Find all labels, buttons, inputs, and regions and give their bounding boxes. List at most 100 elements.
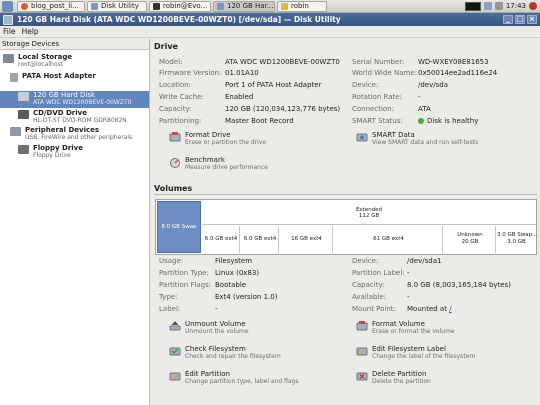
task-hard-disk[interactable]: 120 GB Har... — [213, 0, 275, 12]
format-volume-icon — [356, 321, 368, 331]
item-subtitle: HL-DT-ST DVD-ROM GDR8082N — [33, 117, 127, 124]
format-volume-button[interactable]: Format Volume Erase or format the volume — [356, 320, 455, 335]
unmount-volume-button[interactable]: Unmount Volume Unmount the volume — [169, 320, 249, 335]
volume-value: Ext4 (version 1.0) — [215, 293, 278, 301]
action-title: Edit Partition — [185, 370, 230, 378]
item-title: Peripheral Devices — [25, 126, 100, 134]
sidebar-item-pata-adapter[interactable]: PATA Host Adapter — [0, 72, 149, 82]
edit-filesystem-label-button[interactable]: Edit Filesystem Label Change the label of… — [356, 345, 475, 360]
item-title: 120 GB Hard Disk — [33, 91, 96, 99]
volume-icon[interactable] — [494, 2, 503, 10]
check-filesystem-button[interactable]: Check Filesystem Check and repair the fil… — [169, 345, 281, 360]
item-subtitle: ATA WDC WD1200BEVE-00WZT0 — [33, 99, 132, 106]
volume-value: Bootable — [215, 281, 247, 289]
smart-data-button[interactable]: SMART Data View SMART data and run self-t… — [356, 131, 478, 146]
edit-partition-button[interactable]: Edit Partition Change partition type, lab… — [169, 370, 298, 385]
task-label: 120 GB Har... — [227, 2, 274, 10]
volumes-section-title: Volumes — [154, 184, 193, 193]
volume-label: Label: — [159, 305, 181, 313]
drive-value: Port 1 of PATA Host Adapter — [225, 81, 322, 89]
partition-extended[interactable]: Extended 112 GB — [202, 201, 536, 225]
sidebar-item-floppy[interactable]: Floppy Drive Floppy Drive — [0, 144, 149, 159]
partition-swap-2[interactable]: 3.0 GB Swap... 3.0 GB — [497, 226, 538, 253]
volume-label: Mount Point: — [352, 305, 396, 313]
floppy-icon — [18, 145, 29, 154]
action-title: SMART Data — [372, 131, 415, 139]
mount-point-text: Mounted at — [407, 305, 447, 313]
volume-value: Filesystem — [215, 257, 253, 265]
partition-ext4-3[interactable]: 16 GB ext4 — [280, 226, 333, 253]
network-icon[interactable] — [483, 2, 492, 10]
action-title: Benchmark — [185, 156, 225, 164]
close-button[interactable]: × — [527, 15, 537, 24]
window-title: 120 GB Hard Disk (ATA WDC WD1200BEVE-00W… — [17, 15, 341, 24]
item-title: Floppy Drive — [33, 144, 83, 152]
partition-label: 3.0 GB Swap... — [497, 232, 538, 238]
minimize-button[interactable]: _ — [503, 15, 513, 24]
menubar: File Help — [0, 26, 540, 38]
partition-map[interactable]: 8.0 GB Swap Extended 112 GB 6.0 GB ext4 … — [155, 199, 537, 255]
menu-help[interactable]: Help — [22, 27, 39, 36]
volume-value: /dev/sda1 — [407, 257, 442, 265]
action-desc: Change partition type, label and flags — [185, 378, 299, 385]
action-title: Unmount Volume — [185, 320, 246, 328]
benchmark-button[interactable]: Benchmark Measure drive performance — [169, 156, 268, 171]
partition-label: 6.0 GB ext4 — [204, 236, 238, 242]
partition-label: 61 GB ext4 — [373, 236, 404, 242]
sidebar-item-peripheral[interactable]: Peripheral Devices USB, FireWire and othe… — [0, 126, 149, 141]
sidebar-item-hard-disk[interactable]: 120 GB Hard Disk ATA WDC WD1200BEVE-00WZT… — [0, 91, 149, 108]
volume-label: Usage: — [159, 257, 184, 265]
disk-icon — [217, 2, 224, 10]
volume-label: Available: — [352, 293, 387, 301]
volumes-divider — [154, 194, 537, 195]
volume-value: - — [407, 293, 410, 301]
task-disk-utility[interactable]: Disk Utility — [87, 0, 147, 12]
format-drive-button[interactable]: Format Drive Erase or partition the drive — [169, 131, 266, 146]
drive-label: Partitioning: — [159, 117, 202, 125]
partition-label: 6.0 GB ext4 — [243, 236, 277, 242]
action-title: Format Drive — [185, 131, 231, 139]
drive-value: WD-WXEY08E81653 — [418, 58, 489, 66]
partition-unknown[interactable]: Unknown 20 GB — [444, 226, 496, 253]
volume-value: - — [407, 269, 410, 277]
task-label: robin@Evo... — [163, 2, 208, 10]
task-robin[interactable]: robin — [277, 0, 327, 12]
optical-drive-icon — [18, 110, 29, 119]
partition-size: 20 GB — [461, 239, 479, 245]
partition-swap[interactable]: 8.0 GB Swap — [157, 201, 201, 253]
drive-value: - — [418, 93, 421, 101]
partition-ext4-2[interactable]: 6.0 GB ext4 — [241, 226, 279, 253]
task-terminal[interactable]: robin@Evo... — [149, 0, 211, 12]
sidebar-header: Storage Devices — [0, 39, 149, 50]
action-desc: Measure drive performance — [185, 164, 268, 171]
delete-partition-button[interactable]: Delete Partition Delete the partition — [356, 370, 431, 385]
sidebar-item-cd-dvd[interactable]: CD/DVD Drive HL-DT-ST DVD-ROM GDR8082N — [0, 109, 149, 124]
action-title: Format Volume — [372, 320, 425, 328]
partition-ext4-4[interactable]: 61 GB ext4 — [334, 226, 443, 253]
hard-disk-icon — [18, 92, 29, 101]
drive-label: Serial Number: — [352, 58, 405, 66]
menu-file[interactable]: File — [3, 27, 16, 36]
healthy-icon — [418, 118, 424, 124]
sidebar-item-local-storage[interactable]: Local Storage root@localhost — [0, 53, 149, 68]
storage-device-tree[interactable]: Local Storage root@localhost PATA Host Ad… — [0, 50, 149, 405]
action-desc: Unmount the volume — [185, 328, 249, 335]
drive-label: Model: — [159, 58, 183, 66]
item-subtitle: USB, FireWire and other peripherals — [25, 134, 133, 141]
partition-label: 16 GB ext4 — [291, 236, 322, 242]
task-blog-post[interactable]: blog_post_li... — [17, 0, 85, 12]
power-icon[interactable] — [529, 2, 537, 10]
item-subtitle: Floppy Drive — [33, 152, 71, 159]
edit-partition-icon — [169, 372, 181, 381]
task-label: Disk Utility — [101, 2, 139, 10]
drive-value: ATA — [418, 105, 431, 113]
partition-ext4-1[interactable]: 6.0 GB ext4 — [202, 226, 240, 253]
drive-label: Capacity: — [159, 105, 192, 113]
mount-point-link[interactable]: / — [449, 305, 451, 313]
app-menu-icon[interactable] — [2, 0, 13, 12]
action-title: Delete Partition — [372, 370, 427, 378]
maximize-button[interactable]: □ — [515, 15, 525, 24]
window-titlebar[interactable]: 120 GB Hard Disk (ATA WDC WD1200BEVE-00W… — [0, 13, 540, 26]
drive-value: /dev/sda — [418, 81, 448, 89]
clock[interactable]: 17:43 — [506, 2, 526, 10]
